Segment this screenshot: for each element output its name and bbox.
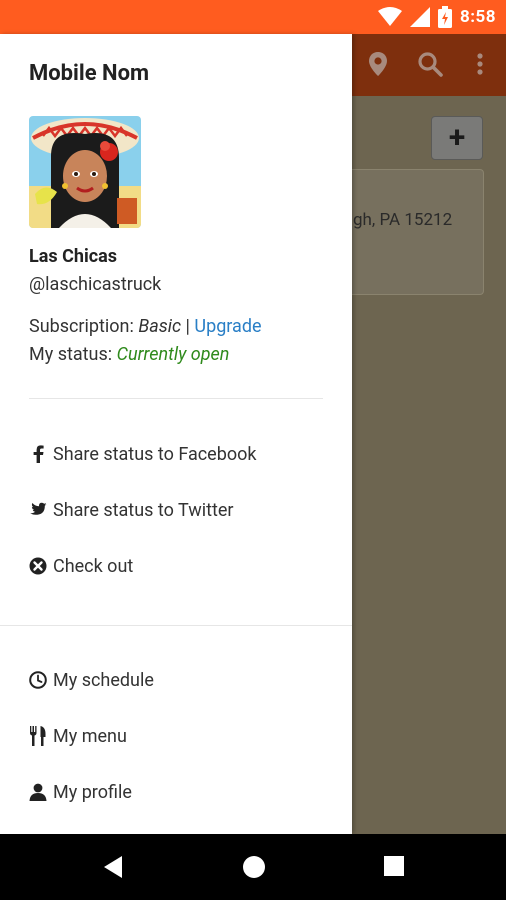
check-out-label: Check out xyxy=(53,555,134,577)
status-line: My status: Currently open xyxy=(29,344,229,365)
upgrade-link[interactable]: Upgrade xyxy=(194,316,261,337)
my-menu-item[interactable]: My menu xyxy=(29,721,127,751)
my-schedule-item[interactable]: My schedule xyxy=(29,665,154,695)
business-name: Las Chicas xyxy=(29,246,117,267)
search-icon[interactable] xyxy=(416,50,444,78)
subscription-label: Subscription: xyxy=(29,316,139,337)
location-address: gh, PA 15212 xyxy=(353,210,453,230)
subscription-separator: | xyxy=(181,316,195,337)
status-bar: 8:58 xyxy=(0,0,506,34)
status-value: Currently open xyxy=(116,344,230,365)
back-icon[interactable] xyxy=(102,855,124,879)
share-facebook-item[interactable]: Share status to Facebook xyxy=(29,439,256,469)
utensils-icon xyxy=(29,726,47,746)
divider xyxy=(0,625,352,626)
subscription-plan: Basic xyxy=(138,316,182,337)
twitter-handle: @laschicastruck xyxy=(29,274,162,295)
cell-signal-icon xyxy=(409,7,430,27)
my-profile-label: My profile xyxy=(53,781,132,803)
location-pin-icon[interactable] xyxy=(364,50,392,78)
home-icon[interactable] xyxy=(242,855,266,879)
subscription-line: Subscription: Basic | Upgrade xyxy=(29,316,262,337)
overflow-menu-icon[interactable] xyxy=(466,50,494,78)
share-twitter-label: Share status to Twitter xyxy=(53,499,234,521)
clock-time: 8:58 xyxy=(459,7,496,27)
drawer-title: Mobile Nom xyxy=(29,61,150,86)
recents-icon[interactable] xyxy=(383,855,405,877)
share-facebook-label: Share status to Facebook xyxy=(53,443,257,465)
share-twitter-item[interactable]: Share status to Twitter xyxy=(29,495,234,525)
divider xyxy=(29,398,323,399)
check-out-item[interactable]: Check out xyxy=(29,551,133,581)
navigation-drawer: Mobile Nom Las Chicas @laschicastruck Su… xyxy=(0,34,352,834)
wifi-icon xyxy=(377,7,402,26)
clock-icon xyxy=(29,670,47,690)
avatar[interactable] xyxy=(29,116,141,228)
twitter-icon xyxy=(29,500,47,520)
checkout-icon xyxy=(29,556,47,576)
my-profile-item[interactable]: My profile xyxy=(29,777,132,807)
user-icon xyxy=(29,782,47,802)
my-menu-label: My menu xyxy=(53,725,127,747)
facebook-icon xyxy=(29,444,47,464)
avatar-illustration xyxy=(29,116,141,228)
add-location-button[interactable]: + xyxy=(431,116,483,160)
my-schedule-label: My schedule xyxy=(53,669,154,691)
system-navigation-bar xyxy=(0,834,506,900)
battery-charging-icon xyxy=(437,6,452,28)
status-label: My status: xyxy=(29,344,117,365)
